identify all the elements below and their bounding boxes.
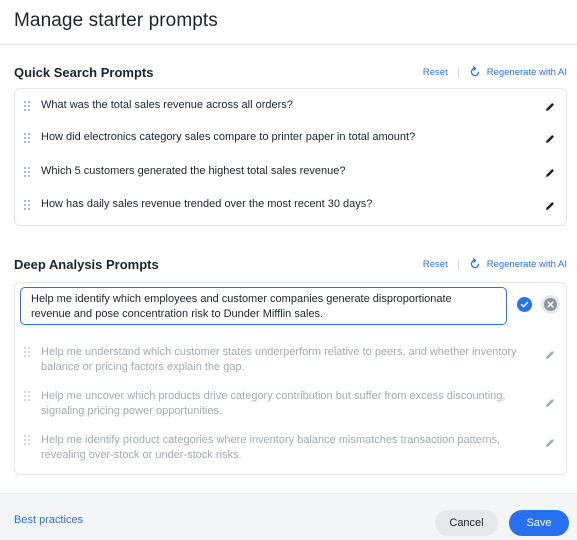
list-item[interactable]: Help me identify product categories wher… <box>15 433 566 467</box>
prompt-text: Which 5 customers generated the highest … <box>41 165 346 177</box>
pencil-icon[interactable] <box>544 133 556 145</box>
drag-handle-icon[interactable] <box>24 391 30 402</box>
cancel-button[interactable]: Cancel <box>435 510 498 536</box>
list-item[interactable]: How has daily sales revenue trended over… <box>15 194 566 218</box>
prompt-text: How did electronics category sales compa… <box>41 131 416 143</box>
list-item[interactable]: Help me understand which customer states… <box>15 345 566 379</box>
pencil-icon[interactable] <box>544 437 556 449</box>
pencil-icon[interactable] <box>544 349 556 361</box>
divider <box>457 66 459 78</box>
quick-regenerate-link[interactable]: Regenerate with AI <box>487 67 567 78</box>
list-item[interactable]: Help me uncover which products drive cat… <box>15 389 566 423</box>
pencil-icon[interactable] <box>544 397 556 409</box>
drag-handle-icon[interactable] <box>24 167 30 178</box>
list-item[interactable]: Which 5 customers generated the highest … <box>15 161 566 185</box>
drag-handle-icon[interactable] <box>24 133 30 144</box>
deep-analysis-list: Help me identify which employees and cus… <box>14 282 567 475</box>
deep-regenerate-link[interactable]: Regenerate with AI <box>487 259 567 270</box>
prompt-text: Help me understand which customer states… <box>41 346 517 373</box>
modal-header: Manage starter prompts <box>0 0 577 45</box>
divider <box>457 258 459 270</box>
regenerate-icon[interactable] <box>469 66 481 78</box>
prompt-text: Help me uncover which products drive cat… <box>41 390 506 417</box>
save-button[interactable]: Save <box>509 510 569 536</box>
prompt-edit-input[interactable]: Help me identify which employees and cus… <box>20 287 507 325</box>
regenerate-icon[interactable] <box>469 258 481 270</box>
pencil-icon[interactable] <box>544 167 556 179</box>
close-icon <box>547 301 554 308</box>
prompt-edit-value[interactable]: Help me identify which employees and cus… <box>31 292 491 321</box>
drag-handle-icon[interactable] <box>24 435 30 446</box>
prompt-text: Help me identify product categories wher… <box>41 434 501 461</box>
check-icon <box>520 301 529 308</box>
quick-search-title: Quick Search Prompts <box>14 65 154 80</box>
deep-analysis-header: Deep Analysis Prompts Reset Regenerate w… <box>14 257 567 277</box>
close-icon-wrap <box>544 298 557 311</box>
quick-search-list: What was the total sales revenue across … <box>14 88 567 226</box>
pencil-icon[interactable] <box>544 101 556 113</box>
drag-handle-icon[interactable] <box>24 101 30 112</box>
list-item[interactable]: What was the total sales revenue across … <box>15 95 566 119</box>
drag-handle-icon[interactable] <box>24 347 30 358</box>
drag-handle-icon[interactable] <box>24 200 30 211</box>
prompt-text: What was the total sales revenue across … <box>41 99 293 111</box>
quick-search-header: Quick Search Prompts Reset Regenerate wi… <box>14 65 567 85</box>
prompt-text: How has daily sales revenue trended over… <box>41 198 373 210</box>
quick-reset-link[interactable]: Reset <box>423 67 448 78</box>
pencil-icon[interactable] <box>544 200 556 212</box>
cancel-edit-button[interactable] <box>541 295 560 314</box>
deep-reset-link[interactable]: Reset <box>423 259 448 270</box>
deep-analysis-title: Deep Analysis Prompts <box>14 257 159 272</box>
confirm-edit-button[interactable] <box>517 297 532 312</box>
modal-title: Manage starter prompts <box>14 10 218 31</box>
deep-analysis-actions: Reset Regenerate with AI <box>423 258 567 270</box>
best-practices-link[interactable]: Best practices <box>14 514 83 526</box>
modal-footer: Best practices Cancel Save <box>0 493 577 540</box>
list-item[interactable]: How did electronics category sales compa… <box>15 127 566 151</box>
quick-search-actions: Reset Regenerate with AI <box>423 66 567 78</box>
